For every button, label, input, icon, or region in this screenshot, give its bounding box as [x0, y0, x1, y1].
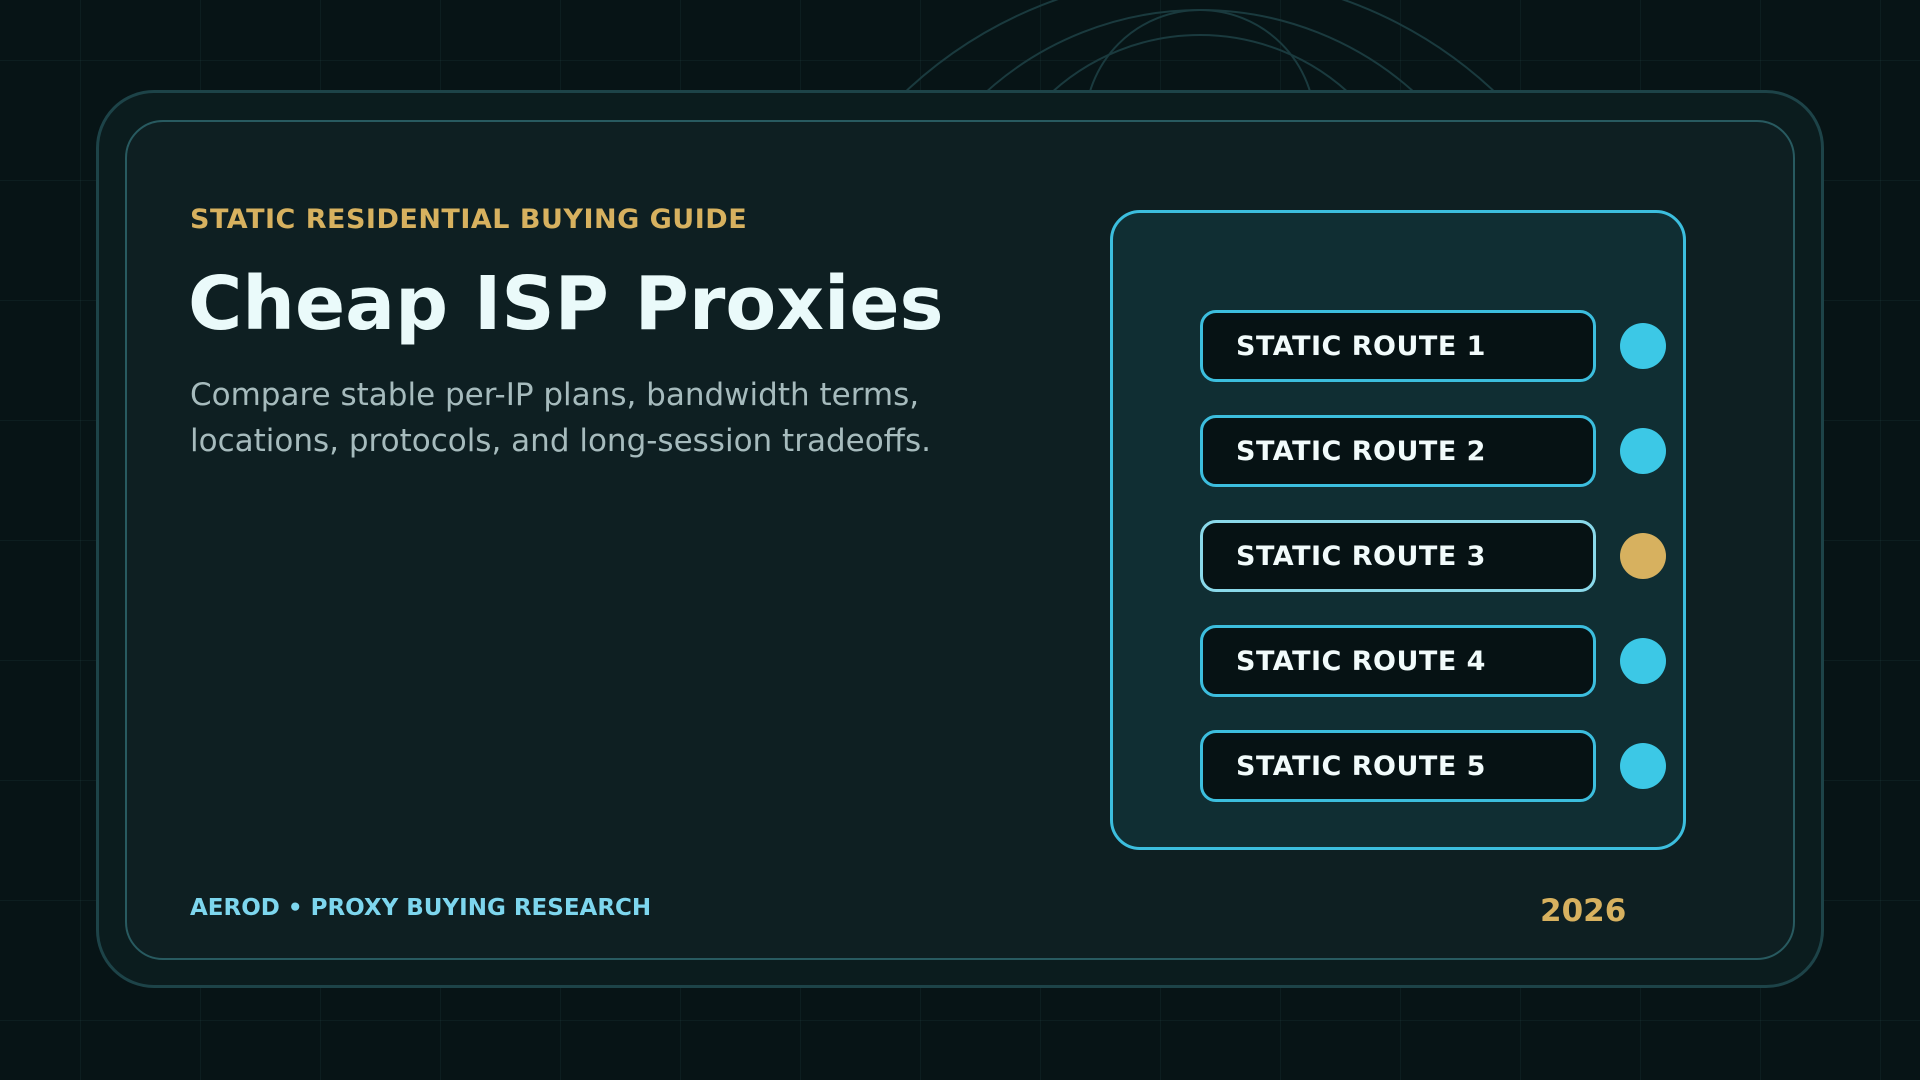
- route-pill-1[interactable]: STATIC ROUTE 1: [1200, 310, 1596, 382]
- footer-brand-text: AEROD • PROXY BUYING RESEARCH: [190, 895, 652, 921]
- route-status-dot-1: [1620, 323, 1666, 369]
- route-row-4[interactable]: STATIC ROUTE 4: [1200, 625, 1668, 697]
- subtitle-text: Compare stable per-IP plans, bandwidth t…: [190, 372, 1010, 464]
- subtitle-line-2: locations, protocols, and long-session t…: [190, 423, 932, 459]
- route-row-3[interactable]: STATIC ROUTE 3: [1200, 520, 1668, 592]
- route-label-4: STATIC ROUTE 4: [1236, 645, 1486, 677]
- background-stage: STATIC RESIDENTIAL BUYING GUIDE Cheap IS…: [0, 0, 1920, 1080]
- route-label-1: STATIC ROUTE 1: [1236, 330, 1486, 362]
- route-label-2: STATIC ROUTE 2: [1236, 435, 1486, 467]
- footer-year: 2026: [1540, 893, 1627, 929]
- route-status-dot-3: [1620, 533, 1666, 579]
- route-pill-4[interactable]: STATIC ROUTE 4: [1200, 625, 1596, 697]
- eyebrow-label: STATIC RESIDENTIAL BUYING GUIDE: [190, 204, 748, 235]
- route-row-5[interactable]: STATIC ROUTE 5: [1200, 730, 1668, 802]
- route-status-dot-4: [1620, 638, 1666, 684]
- route-pill-3[interactable]: STATIC ROUTE 3: [1200, 520, 1596, 592]
- route-status-dot-2: [1620, 428, 1666, 474]
- route-row-2[interactable]: STATIC ROUTE 2: [1200, 415, 1668, 487]
- page-title: Cheap ISP Proxies: [188, 261, 944, 347]
- route-row-1[interactable]: STATIC ROUTE 1: [1200, 310, 1668, 382]
- route-label-3: STATIC ROUTE 3: [1236, 540, 1486, 572]
- route-status-dot-5: [1620, 743, 1666, 789]
- subtitle-line-1: Compare stable per-IP plans, bandwidth t…: [190, 377, 920, 413]
- route-label-5: STATIC ROUTE 5: [1236, 750, 1486, 782]
- route-pill-5[interactable]: STATIC ROUTE 5: [1200, 730, 1596, 802]
- route-pill-2[interactable]: STATIC ROUTE 2: [1200, 415, 1596, 487]
